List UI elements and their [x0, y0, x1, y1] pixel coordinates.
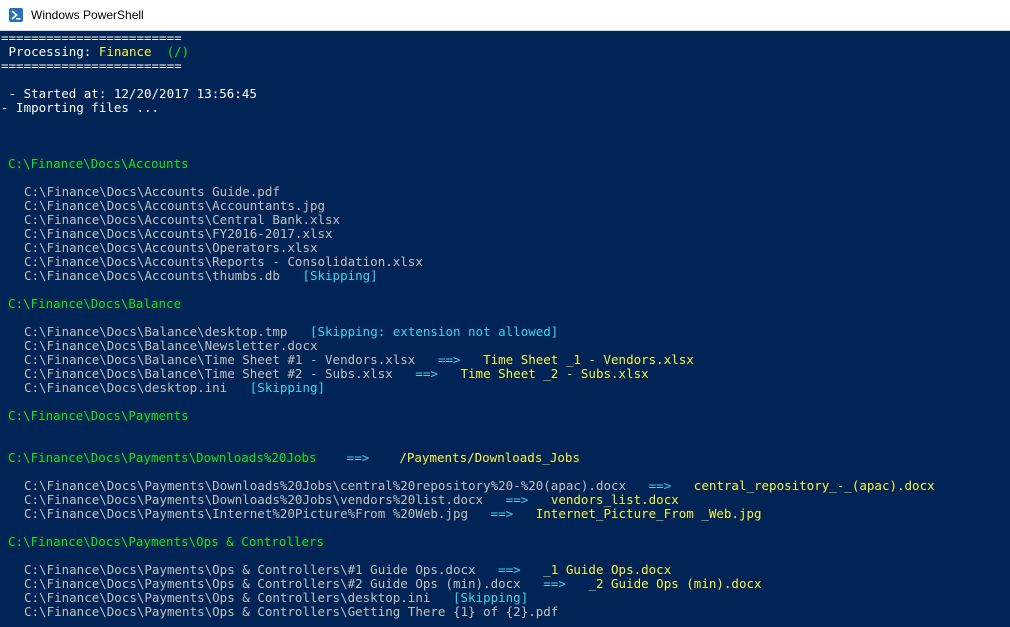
rename-arrow: ==>	[498, 562, 521, 577]
renamed-file: _1 Guide Ops.docx	[543, 562, 672, 577]
console-output[interactable]: ======================== Processing: Fin…	[0, 31, 1010, 627]
file-line: C:\Finance\Docs\Payments\Ops & Controlle…	[0, 563, 1010, 577]
file-line: C:\Finance\Docs\Payments\Ops & Controlle…	[0, 591, 1010, 605]
file-path: C:\Finance\Docs\Balance\Newsletter.docx	[24, 338, 318, 353]
file-line: C:\Finance\Docs\desktop.ini [Skipping]	[0, 381, 1010, 395]
file-line: C:\Finance\Docs\Balance\Time Sheet #2 - …	[0, 367, 1010, 381]
separator-top: ========================	[1, 31, 182, 45]
file-path: C:\Finance\Docs\Payments\Ops & Controlle…	[24, 562, 476, 577]
file-path: C:\Finance\Docs\Payments\Ops & Controlle…	[24, 590, 431, 605]
file-line: C:\Finance\Docs\Accounts\Central Bank.xl…	[0, 213, 1010, 227]
file-path: C:\Finance\Docs\Payments\Downloads%20Job…	[24, 478, 627, 493]
renamed-file: Internet_Picture_From _Web.jpg	[535, 506, 762, 521]
file-path: C:\Finance\Docs\Accounts\Operators.xlsx	[24, 240, 318, 255]
rename-arrow: ==>	[543, 576, 566, 591]
file-line: C:\Finance\Docs\Accounts\FY2016-2017.xls…	[0, 227, 1010, 241]
rename-arrow: ==>	[437, 352, 461, 367]
section-header: C:\Finance\Docs\Payments\Ops & Controlle…	[8, 534, 325, 549]
processing-extra: (/)	[151, 44, 190, 59]
started-line: - Started at: 12/20/2017 13:56:45	[1, 86, 257, 101]
file-line: C:\Finance\Docs\Accounts\thumbs.db [Skip…	[0, 269, 1010, 283]
section-header: C:\Finance\Docs\Payments	[8, 408, 189, 423]
file-path: C:\Finance\Docs\Accounts\Central Bank.xl…	[24, 212, 341, 227]
file-line: C:\Finance\Docs\Balance\Time Sheet #1 - …	[0, 353, 1010, 367]
processing-value: Finance	[98, 44, 152, 59]
powershell-icon	[9, 8, 23, 22]
skip-note: [Skipping: extension not allowed]	[309, 324, 559, 339]
section-header: C:\Finance\Docs\Balance	[8, 296, 182, 311]
file-path: C:\Finance\Docs\Payments\Ops & Controlle…	[24, 604, 559, 619]
rename-arrow: ==>	[648, 478, 672, 493]
file-line: C:\Finance\Docs\Payments\Internet%20Pict…	[0, 507, 1010, 521]
file-line: C:\Finance\Docs\Accounts\Accountants.jpg	[0, 199, 1010, 213]
renamed-file: Time Sheet _1 - Vendors.xlsx	[483, 352, 694, 367]
skip-note: [Skipping]	[249, 380, 326, 395]
file-path: C:\Finance\Docs\Accounts\FY2016-2017.xls…	[24, 226, 333, 241]
separator-bottom: ========================	[1, 58, 182, 73]
section-header: C:\Finance\Docs\Accounts	[8, 156, 189, 171]
file-path: C:\Finance\Docs\Balance\Time Sheet #2 - …	[24, 366, 393, 381]
file-line: C:\Finance\Docs\Accounts\Reports - Conso…	[0, 255, 1010, 269]
section-header: C:\Finance\Docs\Payments\Downloads%20Job…	[8, 450, 317, 465]
renamed-file: vendors_list.docx	[550, 492, 679, 507]
file-path: C:\Finance\Docs\Accounts\Accountants.jpg	[24, 198, 326, 213]
file-line: C:\Finance\Docs\Payments\Downloads%20Job…	[0, 493, 1010, 507]
file-path: C:\Finance\Docs\Payments\Downloads%20Job…	[24, 492, 484, 507]
file-line: C:\Finance\Docs\Payments\Downloads%20Job…	[0, 479, 1010, 493]
file-path: C:\Finance\Docs\Balance\desktop.tmp	[24, 324, 288, 339]
file-line: C:\Finance\Docs\Payments\Ops & Controlle…	[0, 577, 1010, 591]
renamed-file: Time Sheet _2 - Subs.xlsx	[460, 366, 649, 381]
rename-arrow: ==>	[490, 506, 514, 521]
renamed-file: central_repository_-_(apac).docx	[693, 478, 935, 493]
section-header-line: C:\Finance\Docs\Payments\Downloads%20Job…	[0, 451, 1010, 465]
renamed-folder: /Payments/Downloads_Jobs	[399, 450, 580, 465]
file-path: C:\Finance\Docs\Accounts\Reports - Conso…	[24, 254, 423, 269]
renamed-file: _2 Guide Ops (min).docx	[588, 576, 762, 591]
file-path: C:\Finance\Docs\desktop.ini	[24, 380, 228, 395]
file-line: C:\Finance\Docs\Balance\desktop.tmp [Ski…	[0, 325, 1010, 339]
file-line: C:\Finance\Docs\Accounts Guide.pdf	[0, 185, 1010, 199]
window-title: Windows PowerShell	[31, 8, 144, 22]
skip-note: [Skipping]	[302, 268, 378, 283]
file-path: C:\Finance\Docs\Balance\Time Sheet #1 - …	[24, 352, 416, 367]
file-path: C:\Finance\Docs\Payments\Internet%20Pict…	[24, 506, 469, 521]
processing-label: Processing:	[1, 44, 99, 59]
file-line: C:\Finance\Docs\Accounts\Operators.xlsx	[0, 241, 1010, 255]
title-bar: Windows PowerShell	[0, 0, 1010, 31]
file-line: C:\Finance\Docs\Payments\Ops & Controlle…	[0, 605, 1010, 619]
file-path: C:\Finance\Docs\Accounts Guide.pdf	[24, 184, 280, 199]
file-path: C:\Finance\Docs\Payments\Ops & Controlle…	[24, 576, 521, 591]
rename-arrow: ==>	[505, 492, 529, 507]
rename-arrow: ==>	[415, 366, 438, 381]
file-line: C:\Finance\Docs\Balance\Newsletter.docx	[0, 339, 1010, 353]
importing-line: - Importing files ...	[1, 100, 160, 115]
rename-arrow: ==>	[346, 450, 370, 465]
skip-note: [Skipping]	[452, 590, 529, 605]
processing-line: Processing: Finance (/)	[0, 45, 1010, 59]
file-path: C:\Finance\Docs\Accounts\thumbs.db	[24, 268, 280, 283]
